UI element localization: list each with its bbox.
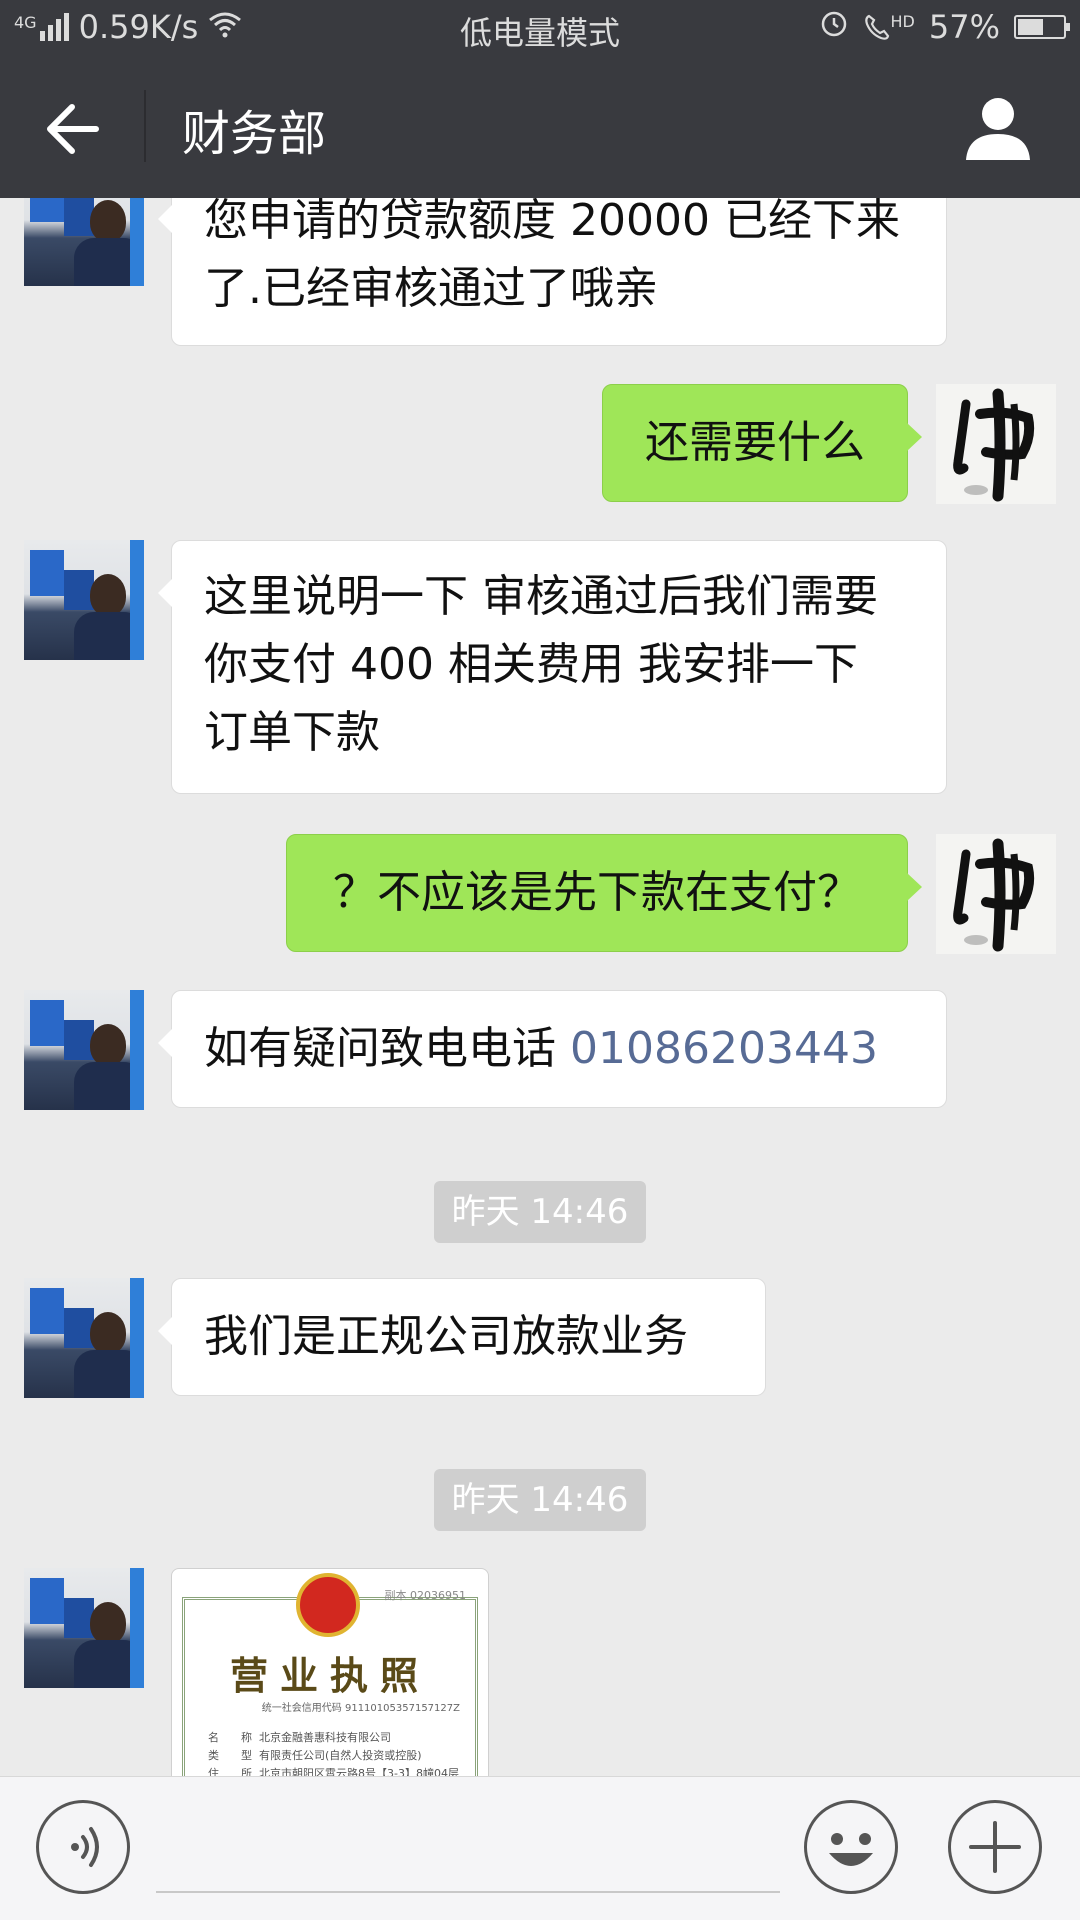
voice-button[interactable]	[36, 1800, 130, 1894]
license-name-label: 名 称	[208, 1731, 252, 1744]
header-divider	[144, 90, 146, 162]
avatar[interactable]	[936, 834, 1056, 954]
license-serial: 副本 02036951	[384, 1589, 467, 1602]
hd-call-icon: HD	[863, 12, 915, 42]
license-credit-code: 统一社会信用代码 91110105357157127Z	[261, 1703, 460, 1714]
input-bar	[0, 1776, 1080, 1920]
message-text: ？不应该是先下款在支付？	[333, 867, 861, 918]
message-text: 我们是正规公司放款业务	[204, 1311, 688, 1362]
arrow-left-icon	[47, 104, 99, 154]
battery-icon	[1014, 15, 1070, 39]
business-license-image[interactable]: 副本 02036951 营业执照 统一社会信用代码 91110105357157…	[171, 1568, 489, 1776]
battery-percent: 57%	[928, 8, 1000, 46]
license-address: 北京市朝阳区霄云路8号【3-3】8幢04层	[259, 1767, 459, 1776]
phone-link[interactable]: 01086203443	[570, 1023, 878, 1074]
avatar[interactable]	[24, 540, 144, 660]
message-bubble[interactable]: 如有疑问致电电话 01086203443	[158, 990, 947, 1108]
calligraphy-avatar	[953, 838, 1035, 952]
back-button[interactable]	[40, 94, 110, 164]
license-address-row: 住 所 北京市朝阳区霄云路8号【3-3】8幢04层	[208, 1765, 459, 1776]
message-text: 了.已经审核通过了哦亲	[204, 263, 658, 314]
license-name-row: 名 称 北京金融善惠科技有限公司	[208, 1729, 391, 1745]
license-type: 有限责任公司(自然人投资或控股)	[259, 1749, 422, 1762]
message-bubble[interactable]: 这里说明一下 审核通过后我们需要 你支付 400 相关费用 我安排一下 订单下款	[158, 540, 947, 794]
avatar[interactable]	[24, 1278, 144, 1398]
status-bar: 4G 0.59K/s 低电量模式 HD 57%	[0, 0, 1080, 56]
avatar[interactable]	[24, 990, 144, 1110]
license-title: 营业执照	[229, 1654, 430, 1698]
message-text: 如有疑问致电电话	[204, 1023, 570, 1074]
message-input[interactable]	[156, 1891, 780, 1893]
message-bubble[interactable]: 我们是正规公司放款业务	[158, 1278, 766, 1396]
voice-icon	[71, 1827, 99, 1867]
message-text: 你支付 400 相关费用 我安排一下	[204, 639, 858, 690]
timestamp: 昨天 14:46	[434, 1181, 646, 1243]
chat-header: 财务部	[0, 56, 1080, 198]
emoji-icon	[829, 1833, 873, 1866]
avatar[interactable]	[24, 1568, 144, 1688]
license-address-label: 住 所	[208, 1767, 252, 1776]
hd-label: HD	[890, 12, 915, 31]
message-text: 订单下款	[204, 707, 380, 758]
license-type-row: 类 型 有限责任公司(自然人投资或控股)	[208, 1747, 422, 1763]
license-type-label: 类 型	[208, 1749, 252, 1762]
message-bubble[interactable]: 还需要什么	[602, 384, 922, 502]
message-text: 这里说明一下 审核通过后我们需要	[204, 571, 878, 622]
message-list[interactable]: 您申请的贷款额度 20000 已经下来 了.已经审核通过了哦亲 还需要什么 这里…	[0, 198, 1080, 1776]
emoji-button[interactable]	[804, 1800, 898, 1894]
avatar[interactable]	[936, 384, 1056, 504]
message-text: 您申请的贷款额度 20000 已经下来	[204, 198, 900, 246]
national-emblem-icon	[296, 1573, 360, 1637]
calligraphy-avatar	[953, 388, 1035, 502]
message-bubble[interactable]: ？不应该是先下款在支付？	[286, 834, 922, 952]
person-icon	[966, 98, 1030, 160]
avatar[interactable]	[24, 198, 144, 286]
alarm-icon	[819, 8, 849, 46]
plus-icon	[969, 1821, 1021, 1873]
status-right: HD 57%	[819, 8, 1070, 46]
chat-title: 财务部	[182, 106, 327, 162]
more-button[interactable]	[948, 1800, 1042, 1894]
license-name: 北京金融善惠科技有限公司	[259, 1731, 391, 1744]
message-text: 还需要什么	[645, 417, 865, 468]
chat-info-button[interactable]	[962, 92, 1034, 164]
message-bubble[interactable]: 您申请的贷款额度 20000 已经下来 了.已经审核通过了哦亲	[158, 198, 947, 346]
timestamp: 昨天 14:46	[434, 1469, 646, 1531]
